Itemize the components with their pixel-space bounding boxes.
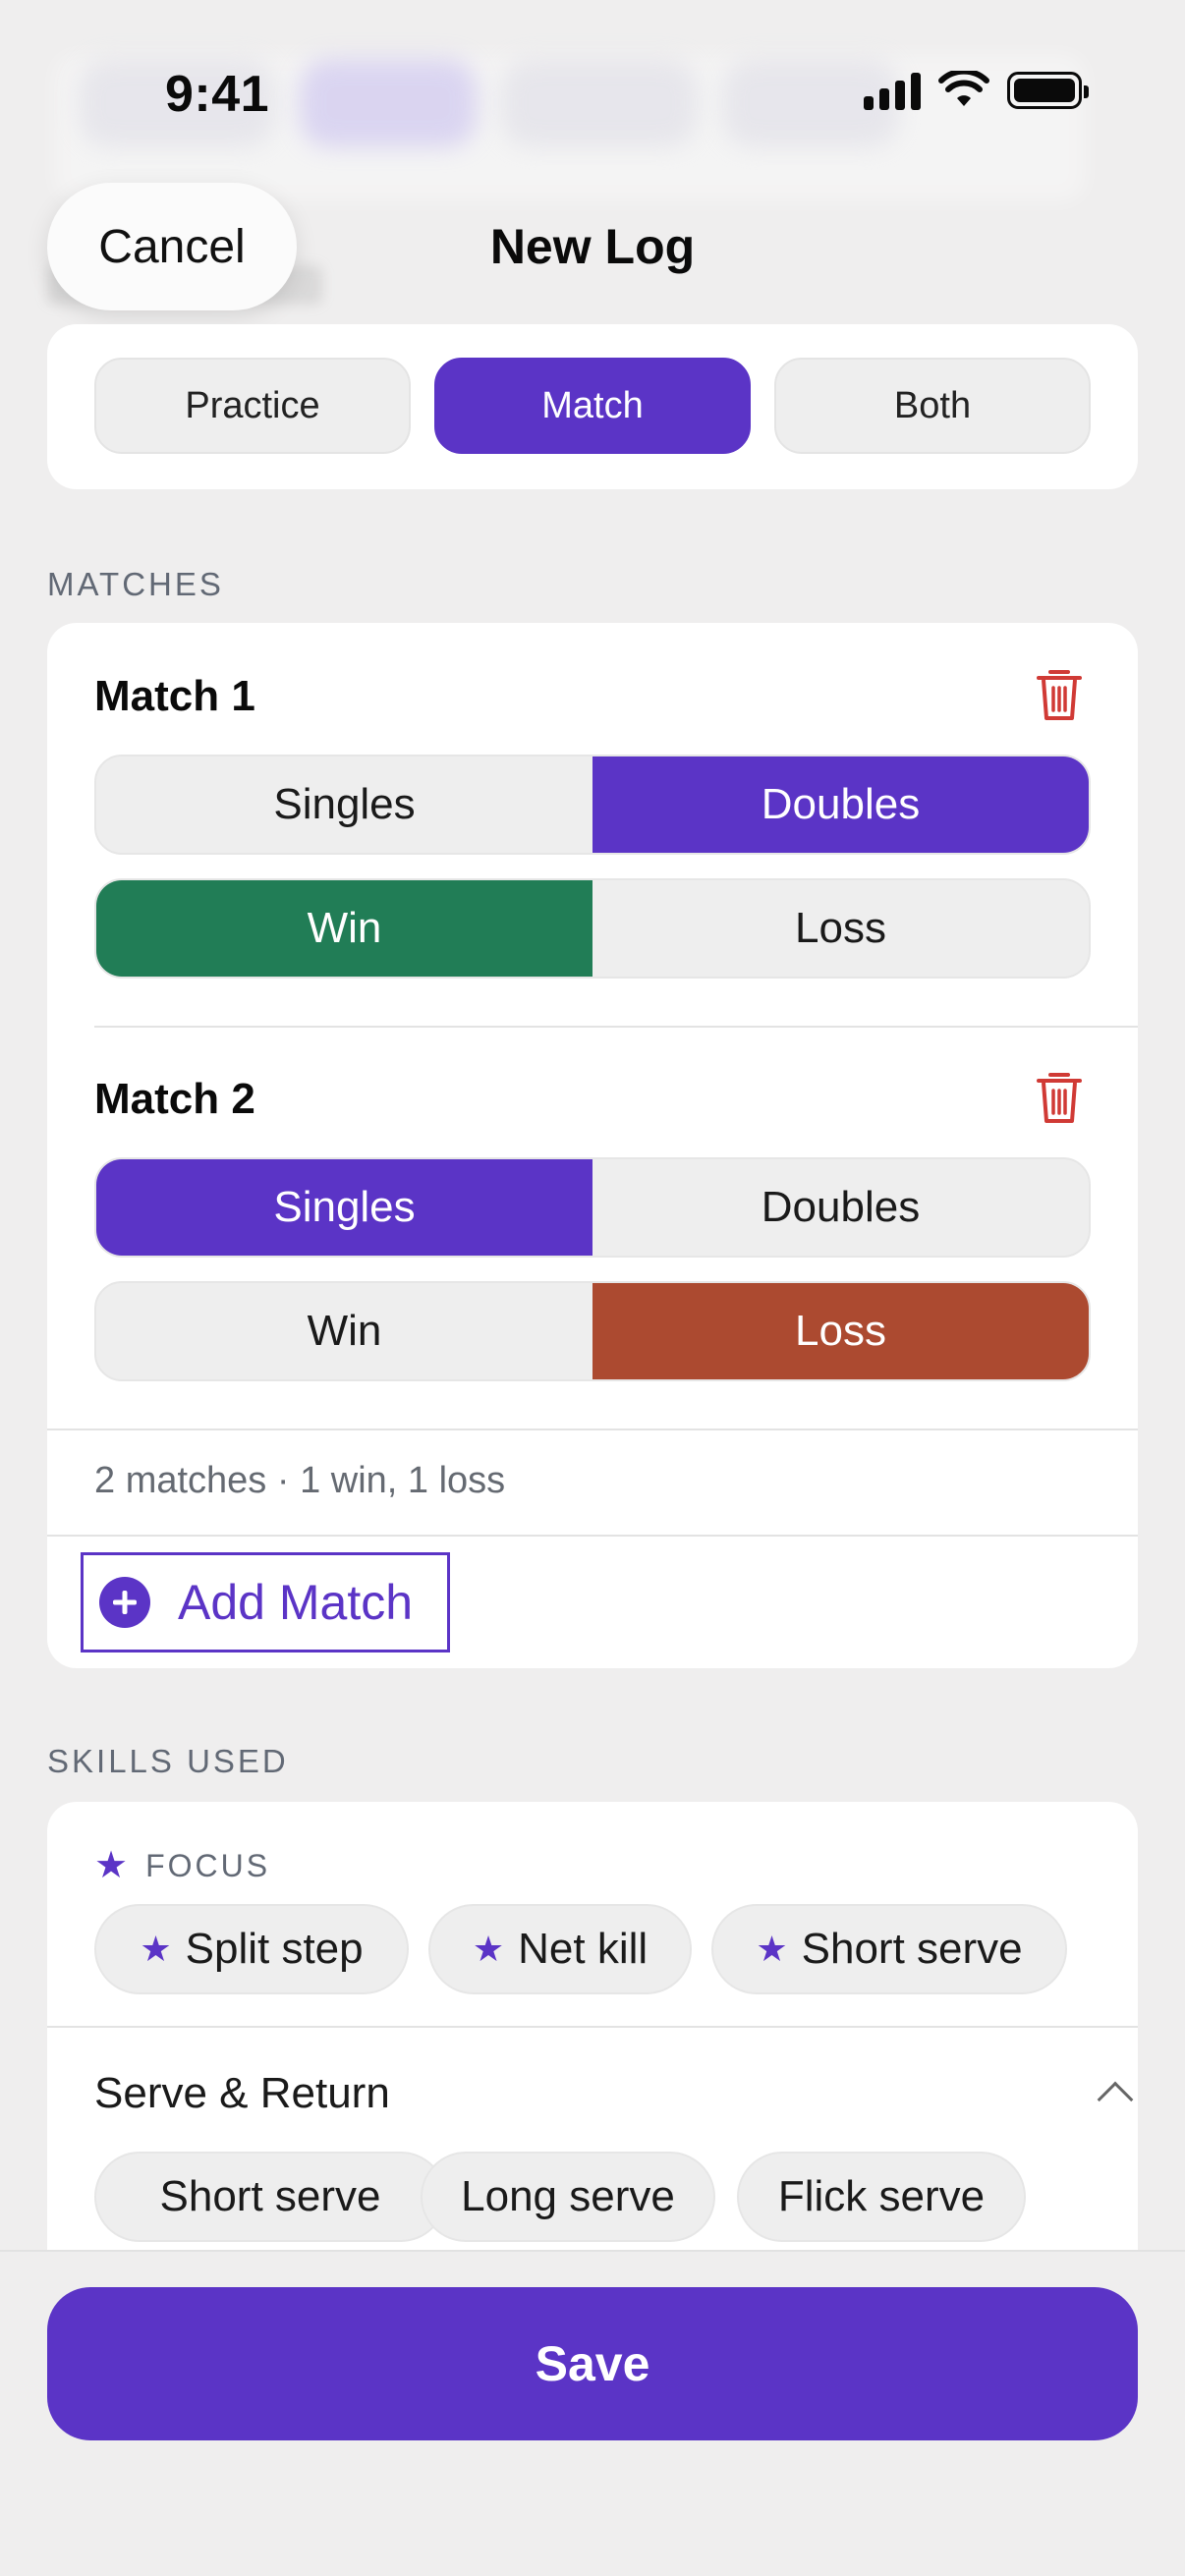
session-type-selector: Practice Match Both (47, 324, 1138, 489)
trash-icon[interactable] (1035, 666, 1084, 723)
star-icon: ★ (94, 1845, 129, 1886)
session-type-match[interactable]: Match (434, 358, 751, 454)
skill-group-title[interactable]: Serve & Return (94, 2069, 390, 2118)
cellular-signal-icon (864, 71, 921, 110)
add-match-button[interactable]: Add Match (81, 1552, 450, 1652)
star-icon: ★ (756, 1929, 788, 1969)
focus-label: FOCUS (145, 1847, 271, 1883)
chip-label: Short serve (801, 1925, 1023, 1973)
focus-chip[interactable]: ★ Split step (94, 1904, 409, 1994)
status-bar: 9:41 (0, 0, 1185, 196)
match-title: Match 1 (94, 672, 255, 720)
chevron-up-icon[interactable] (1097, 2081, 1134, 2118)
focus-chip[interactable]: ★ Short serve (711, 1904, 1067, 1994)
summary-divider-top (47, 1428, 1138, 1430)
save-button[interactable]: Save (47, 2287, 1138, 2440)
matches-section-label: MATCHES (47, 566, 224, 602)
skill-chip[interactable]: Long serve (421, 2152, 715, 2242)
trash-icon[interactable] (1035, 1069, 1084, 1126)
wifi-icon (938, 71, 989, 106)
add-match-label: Add Match (178, 1575, 414, 1630)
result-loss-option[interactable]: Loss (592, 880, 1089, 977)
result-win-option[interactable]: Win (96, 880, 592, 977)
matches-card: Match 1 Singles Doubles Win Loss Match 2… (47, 623, 1138, 1668)
skill-chip[interactable]: Short serve (94, 2152, 446, 2242)
match-title: Match 2 (94, 1075, 255, 1123)
skills-section-label: SKILLS USED (47, 1743, 289, 1779)
match-format-toggle: Singles Doubles (94, 1157, 1091, 1258)
format-singles-option[interactable]: Singles (96, 1159, 592, 1256)
match-result-toggle: Win Loss (94, 878, 1091, 979)
star-icon: ★ (472, 1929, 505, 1969)
match-result-toggle: Win Loss (94, 1281, 1091, 1381)
status-icons (864, 71, 1089, 110)
session-type-practice[interactable]: Practice (94, 358, 411, 454)
format-doubles-option[interactable]: Doubles (592, 756, 1089, 853)
star-icon: ★ (140, 1929, 172, 1969)
plus-circle-icon (99, 1577, 150, 1628)
skills-card: ★ FOCUS ★ Split step ★ Net kill ★ Short … (47, 1802, 1138, 2254)
focus-chip[interactable]: ★ Net kill (428, 1904, 692, 1994)
skills-divider (47, 2026, 1138, 2028)
session-type-both[interactable]: Both (774, 358, 1091, 454)
chip-label: Split step (185, 1925, 364, 1973)
result-loss-option[interactable]: Loss (592, 1283, 1089, 1379)
app-screen: 9:41 Cancel New Log Practice Match Both … (0, 0, 1185, 2576)
matches-summary: 2 matches · 1 win, 1 loss (94, 1460, 506, 1501)
match-divider (94, 1026, 1138, 1028)
status-time: 9:41 (165, 66, 270, 123)
bottom-bar: Save (0, 2250, 1185, 2576)
result-win-option[interactable]: Win (96, 1283, 592, 1379)
battery-icon (1007, 72, 1089, 109)
focus-header: ★ FOCUS (94, 1847, 270, 1884)
chip-label: Net kill (518, 1925, 649, 1973)
page-title: New Log (489, 219, 696, 274)
format-doubles-option[interactable]: Doubles (592, 1159, 1089, 1256)
skill-chip[interactable]: Flick serve (737, 2152, 1026, 2242)
format-singles-option[interactable]: Singles (96, 756, 592, 853)
match-format-toggle: Singles Doubles (94, 755, 1091, 855)
summary-divider-bottom (47, 1535, 1138, 1537)
